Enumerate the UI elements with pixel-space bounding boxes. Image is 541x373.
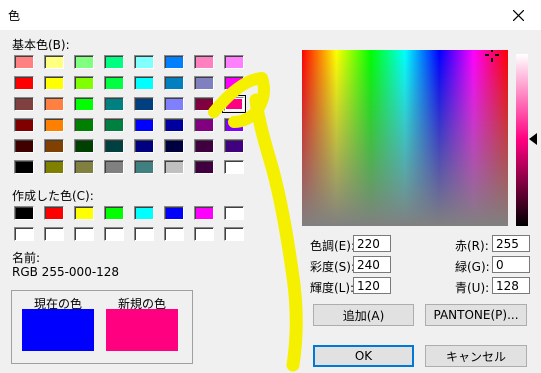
red-input[interactable]: 255 — [492, 235, 530, 252]
luminance-arrow-icon[interactable] — [529, 133, 537, 145]
basic-color-swatch[interactable] — [44, 160, 64, 174]
custom-colors-label: 作成した色(C): — [12, 189, 94, 203]
basic-color-swatch[interactable] — [134, 97, 154, 111]
custom-color-swatch[interactable] — [134, 206, 154, 220]
color-name-value: RGB 255-000-128 — [12, 265, 120, 279]
custom-color-swatch[interactable] — [194, 227, 214, 241]
basic-colors-label: 基本色(B): — [12, 38, 70, 52]
basic-color-swatch[interactable] — [104, 55, 124, 69]
ok-button[interactable]: OK — [313, 345, 414, 367]
green-input[interactable]: 0 — [492, 256, 530, 273]
basic-color-swatch[interactable] — [224, 139, 244, 153]
color-preview-panel: 現在の色 新規の色 — [11, 290, 193, 364]
basic-color-swatch[interactable] — [104, 76, 124, 90]
basic-color-swatch[interactable] — [164, 97, 184, 111]
custom-color-swatch[interactable] — [74, 206, 94, 220]
add-to-custom-colors-button[interactable]: 追加(A) — [313, 304, 414, 326]
basic-color-swatch[interactable] — [194, 97, 214, 111]
current-color-swatch — [22, 309, 94, 351]
custom-color-swatch[interactable] — [164, 227, 184, 241]
hue-input[interactable]: 220 — [353, 235, 391, 252]
basic-color-swatch[interactable] — [44, 97, 64, 111]
green-label: 緑(G): — [455, 260, 490, 274]
color-name-label: 名前: — [12, 251, 41, 265]
basic-color-swatch[interactable] — [164, 55, 184, 69]
custom-colors-grid — [14, 206, 244, 241]
basic-color-swatch[interactable] — [224, 160, 244, 174]
window-title: 色 — [8, 9, 21, 23]
close-button[interactable] — [495, 0, 541, 30]
basic-color-swatch[interactable] — [164, 160, 184, 174]
basic-color-swatch[interactable] — [14, 55, 34, 69]
basic-color-swatch[interactable] — [14, 97, 34, 111]
basic-color-swatch[interactable] — [74, 139, 94, 153]
custom-color-swatch[interactable] — [14, 206, 34, 220]
saturation-input[interactable]: 240 — [353, 256, 391, 273]
basic-color-swatch[interactable] — [104, 97, 124, 111]
basic-color-swatch[interactable] — [194, 55, 214, 69]
custom-color-swatch[interactable] — [104, 227, 124, 241]
basic-color-swatch[interactable] — [134, 160, 154, 174]
basic-color-swatch[interactable] — [134, 118, 154, 132]
basic-color-swatch[interactable] — [44, 139, 64, 153]
basic-color-swatch[interactable] — [14, 160, 34, 174]
basic-color-swatch[interactable] — [104, 139, 124, 153]
basic-color-swatch[interactable] — [224, 55, 244, 69]
pantone-button[interactable]: PANTONE(P)... — [425, 304, 527, 326]
basic-color-swatch[interactable] — [44, 55, 64, 69]
custom-color-swatch[interactable] — [164, 206, 184, 220]
basic-color-swatch[interactable] — [14, 76, 34, 90]
basic-color-swatch[interactable] — [14, 118, 34, 132]
blue-input[interactable]: 128 — [492, 277, 530, 294]
basic-color-swatch[interactable] — [134, 55, 154, 69]
basic-color-swatch[interactable] — [74, 118, 94, 132]
luminance-input[interactable]: 120 — [353, 277, 391, 294]
basic-color-swatch[interactable] — [194, 118, 214, 132]
new-color-swatch — [106, 309, 178, 351]
basic-color-swatch[interactable] — [74, 76, 94, 90]
basic-color-swatch[interactable] — [194, 139, 214, 153]
custom-color-swatch[interactable] — [224, 206, 244, 220]
luminance-slider[interactable] — [516, 54, 528, 226]
custom-color-swatch[interactable] — [104, 206, 124, 220]
basic-colors-grid — [14, 55, 246, 174]
basic-color-swatch[interactable] — [74, 97, 94, 111]
custom-color-swatch[interactable] — [44, 206, 64, 220]
saturation-label: 彩度(S): — [310, 260, 356, 274]
custom-color-swatch[interactable] — [224, 227, 244, 241]
cancel-button[interactable]: キャンセル — [425, 345, 527, 367]
basic-color-swatch[interactable] — [74, 160, 94, 174]
custom-color-swatch[interactable] — [134, 227, 154, 241]
basic-color-swatch[interactable] — [134, 139, 154, 153]
custom-color-swatch[interactable] — [14, 227, 34, 241]
color-spectrum[interactable] — [302, 50, 508, 226]
basic-color-swatch[interactable] — [104, 118, 124, 132]
crosshair-icon — [485, 50, 499, 62]
basic-color-swatch[interactable] — [224, 118, 244, 132]
basic-color-swatch[interactable] — [164, 139, 184, 153]
basic-color-swatch[interactable] — [74, 55, 94, 69]
basic-color-swatch[interactable] — [44, 76, 64, 90]
basic-color-swatch[interactable] — [194, 76, 214, 90]
basic-color-swatch[interactable] — [194, 160, 214, 174]
basic-color-swatch[interactable] — [222, 95, 246, 113]
custom-color-swatch[interactable] — [44, 227, 64, 241]
basic-color-swatch[interactable] — [104, 160, 124, 174]
custom-color-swatch[interactable] — [74, 227, 94, 241]
basic-color-swatch[interactable] — [134, 76, 154, 90]
custom-color-swatch[interactable] — [194, 206, 214, 220]
basic-color-swatch[interactable] — [224, 76, 244, 90]
basic-color-swatch[interactable] — [44, 118, 64, 132]
blue-label: 青(U): — [455, 281, 490, 295]
basic-color-swatch[interactable] — [164, 118, 184, 132]
hue-label: 色調(E): — [310, 239, 355, 253]
basic-color-swatch[interactable] — [14, 139, 34, 153]
basic-color-swatch[interactable] — [164, 76, 184, 90]
luminance-label: 輝度(L): — [310, 281, 355, 295]
red-label: 赤(R): — [455, 239, 489, 253]
close-icon — [512, 9, 524, 21]
title-bar: 色 — [0, 0, 541, 30]
